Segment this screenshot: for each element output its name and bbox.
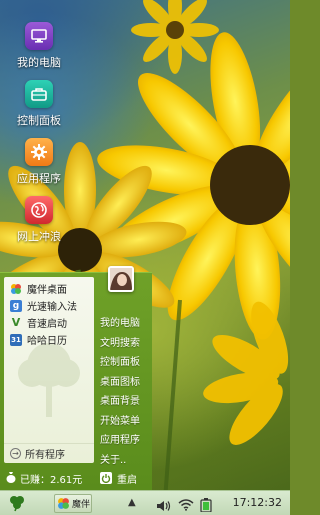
menu-item-mobanzhuomian[interactable]: 魔伴桌面 [4, 280, 94, 297]
earnings-display: 已赚：2.61元 [0, 471, 96, 486]
arrow-right-icon: → [10, 448, 21, 459]
earnings-label: 已赚：2.61元 [20, 474, 83, 486]
monitor-icon [25, 22, 53, 50]
start-menu-footer: 已赚：2.61元 重启 [0, 467, 152, 489]
desktop-icon-control-panel[interactable]: 控制面板 [8, 80, 70, 128]
desktop-icon-my-computer[interactable]: 我的电脑 [8, 22, 70, 70]
checkmark-v-icon: V [11, 316, 21, 329]
globe-icon [25, 196, 53, 224]
menu-item-guangsu-input[interactable]: g 光速输入法 [4, 297, 94, 314]
desktop-icon-label: 网上冲浪 [17, 230, 61, 243]
menu-item-yinsu-launch[interactable]: V 音速启动 [4, 314, 94, 331]
volume-icon[interactable] [156, 497, 172, 515]
start-menu-shortcuts: 我的电脑 文明搜索 控制面板 桌面图标 桌面背景 开始菜单 应用程序 关于.. [97, 312, 151, 468]
user-avatar[interactable] [108, 266, 134, 292]
menu-item-label: 哈哈日历 [27, 336, 67, 347]
toolbox-icon [25, 80, 53, 108]
clover-icon [10, 496, 24, 512]
tray-up-arrow-icon[interactable]: ▲ [128, 497, 136, 508]
taskbar-app-moban[interactable]: 魔伴 [54, 494, 92, 513]
start-menu: 魔伴桌面 g 光速输入法 V 音速启动 31 哈哈日历 → 所有程序 我的电脑 … [0, 266, 152, 490]
input-method-icon: g [10, 299, 22, 312]
desktop-icon-label: 我的电脑 [17, 56, 61, 69]
menu-item-label: 音速启动 [27, 319, 67, 330]
menu-link-search[interactable]: 文明搜索 [97, 332, 151, 352]
desktop-icon-label: 控制面板 [17, 114, 61, 127]
menu-link-applications[interactable]: 应用程序 [97, 429, 151, 449]
menu-item-label: 魔伴桌面 [27, 285, 67, 296]
menu-item-label: 光速输入法 [27, 302, 77, 313]
taskbar-clock[interactable]: 17:12:32 [233, 496, 282, 509]
money-bag-icon [6, 471, 16, 486]
menu-link-start-menu[interactable]: 开始菜单 [97, 410, 151, 430]
gear-icon [25, 138, 53, 166]
desktop-icon-applications[interactable]: 应用程序 [8, 138, 70, 186]
menu-link-my-computer[interactable]: 我的电脑 [97, 312, 151, 332]
menu-item-haha-calendar[interactable]: 31 哈哈日历 [4, 331, 94, 348]
start-menu-program-list: 魔伴桌面 g 光速输入法 V 音速启动 31 哈哈日历 → 所有程序 [4, 277, 94, 463]
menu-link-desktop-background[interactable]: 桌面背景 [97, 390, 151, 410]
pinwheel-icon [10, 283, 22, 295]
taskbar-app-label: 魔伴 [72, 500, 91, 510]
restart-label: 重启 [117, 474, 137, 486]
pinwheel-icon [57, 497, 70, 510]
restart-button[interactable]: 重启 [96, 471, 137, 486]
menu-link-desktop-icons[interactable]: 桌面图标 [97, 371, 151, 391]
wifi-icon[interactable] [178, 496, 194, 515]
menu-link-about[interactable]: 关于.. [97, 449, 151, 469]
menu-link-control-panel[interactable]: 控制面板 [97, 351, 151, 371]
battery-icon[interactable] [200, 497, 212, 515]
calendar-icon: 31 [10, 333, 22, 346]
desktop-icon-web-browse[interactable]: 网上冲浪 [8, 196, 70, 244]
power-icon [100, 472, 112, 484]
taskbar: 魔伴 ▲ 17:12:32 [0, 490, 290, 515]
start-button[interactable] [7, 494, 27, 512]
all-programs-label: 所有程序 [25, 450, 65, 461]
all-programs-button[interactable]: → 所有程序 [4, 443, 94, 463]
tree-watermark-icon [18, 343, 80, 417]
desktop-icon-label: 应用程序 [17, 172, 61, 185]
